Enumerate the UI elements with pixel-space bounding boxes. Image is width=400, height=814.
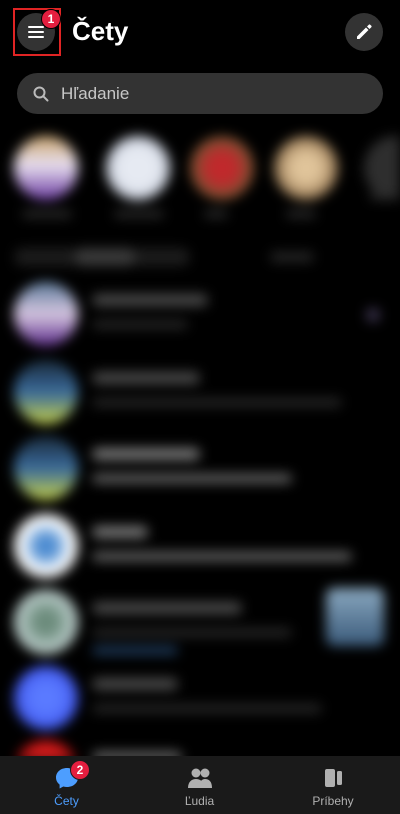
story-avatar[interactable] xyxy=(274,136,338,200)
nav-label-chats: Čety xyxy=(54,794,79,808)
chat-avatar xyxy=(14,514,78,578)
search-icon xyxy=(33,86,49,101)
chat-preview-link xyxy=(92,646,178,655)
chat-name xyxy=(92,448,200,460)
chat-name xyxy=(92,294,208,306)
story-label xyxy=(370,192,400,200)
chat-row[interactable] xyxy=(0,436,400,510)
chat-row[interactable] xyxy=(0,514,400,588)
hamburger-icon xyxy=(28,26,44,38)
chat-row[interactable] xyxy=(0,360,400,434)
nav-item-people[interactable]: Ľudia xyxy=(133,756,266,814)
nav-item-stories[interactable]: Príbehy xyxy=(266,756,400,814)
nav-label-people: Ľudia xyxy=(184,794,215,808)
story-avatar[interactable] xyxy=(364,136,400,200)
story-label xyxy=(286,210,316,218)
pencil-icon xyxy=(357,24,372,39)
chat-row[interactable] xyxy=(0,282,400,356)
people-icon xyxy=(187,768,212,788)
header: 1 Čety xyxy=(0,0,400,66)
story-avatar[interactable] xyxy=(14,136,78,200)
chat-name xyxy=(92,372,200,384)
menu-notification-badge: 1 xyxy=(41,9,61,29)
chat-avatar xyxy=(14,666,78,730)
chat-preview xyxy=(92,320,188,329)
story-avatar[interactable] xyxy=(190,136,254,200)
story-label xyxy=(22,210,72,218)
blurred-content xyxy=(0,120,400,760)
story-tab[interactable] xyxy=(270,252,314,262)
search-bar[interactable]: Hľadanie xyxy=(17,73,383,114)
nav-label-stories: Príbehy xyxy=(312,794,354,808)
chat-name xyxy=(92,602,242,614)
chat-avatar xyxy=(14,282,78,346)
nav-item-chats[interactable]: 2 Čety xyxy=(0,756,133,814)
chat-row[interactable] xyxy=(0,588,400,664)
page-title: Čety xyxy=(72,16,129,46)
chat-preview xyxy=(92,398,342,407)
search-placeholder: Hľadanie xyxy=(61,83,130,103)
chat-row[interactable] xyxy=(0,666,400,740)
story-label xyxy=(204,210,228,218)
chat-preview xyxy=(92,704,322,713)
chats-notification-badge: 2 xyxy=(70,760,90,780)
chat-preview xyxy=(92,628,292,637)
bottom-nav: 2 Čety Ľudia Príbehy xyxy=(0,756,400,814)
chat-name xyxy=(92,678,178,690)
chat-avatar xyxy=(14,436,78,500)
story-avatar[interactable] xyxy=(106,136,170,200)
chat-avatar xyxy=(14,360,78,424)
compose-button[interactable] xyxy=(345,13,383,51)
story-label xyxy=(114,210,164,218)
stories-icon xyxy=(325,769,342,787)
chat-avatar xyxy=(14,590,78,654)
chat-preview xyxy=(92,474,292,483)
chat-thumbnail xyxy=(326,588,384,646)
chat-name xyxy=(92,526,148,538)
story-tab-active[interactable] xyxy=(75,248,135,266)
chat-preview xyxy=(92,552,352,561)
chat-seen-indicator xyxy=(366,308,380,322)
